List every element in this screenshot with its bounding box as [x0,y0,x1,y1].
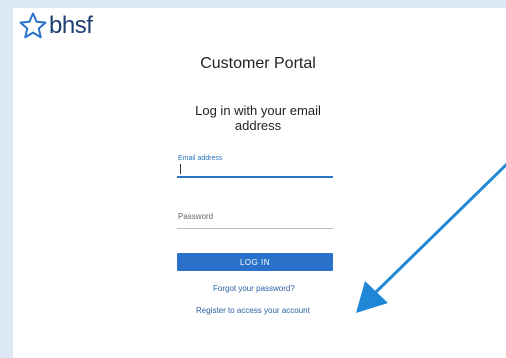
page-subtitle: Log in with your email address [195,103,321,133]
email-label: Email address [178,155,223,162]
password-field[interactable] [177,212,335,226]
password-underline [177,228,333,229]
register-link[interactable]: Register to access your account [196,306,310,315]
text-caret [180,164,181,174]
page-title: Customer Portal [200,55,316,72]
brand-logo[interactable]: bhsf [18,8,93,44]
email-field[interactable] [177,162,335,176]
login-button[interactable]: LOG IN [177,253,333,271]
forgot-password-link[interactable]: Forgot your password? [213,284,295,293]
star-outline-icon [19,12,47,39]
brand-name: bhsf [49,12,93,39]
email-underline [177,176,333,178]
